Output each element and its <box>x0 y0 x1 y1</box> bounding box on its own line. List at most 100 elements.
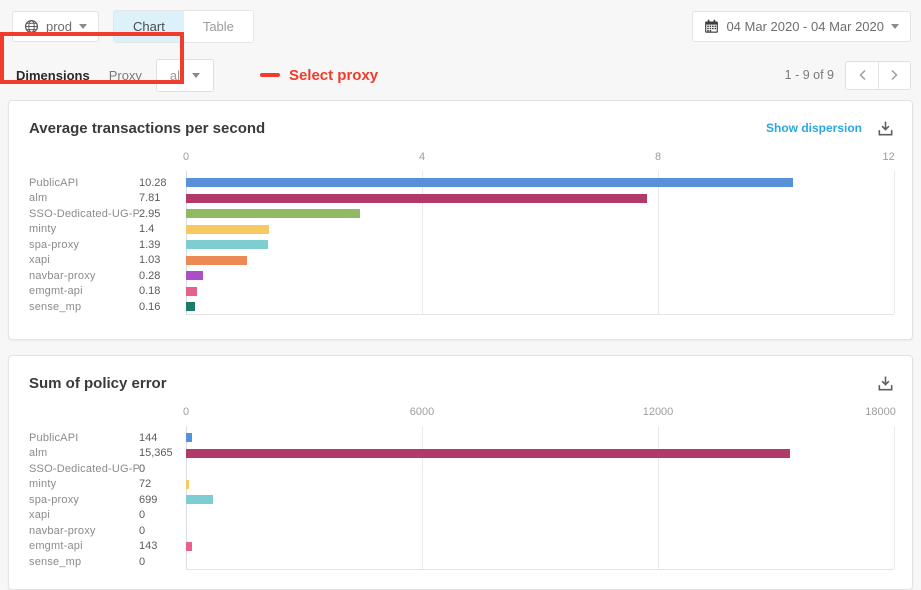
row-label: PublicAPI <box>29 432 139 444</box>
bar[interactable] <box>186 271 203 280</box>
show-dispersion-link[interactable]: Show dispersion <box>766 121 862 135</box>
bar[interactable] <box>186 225 269 234</box>
chart-title: Sum of policy error <box>29 375 167 392</box>
axis-tick-label: 8 <box>655 151 661 163</box>
row-value: 1.39 <box>139 239 186 251</box>
chart-row: sense_mp0.16 <box>29 299 894 315</box>
chart-card-header: Sum of policy error <box>9 356 912 394</box>
row-value: 0 <box>139 463 186 475</box>
date-range-picker[interactable]: 04 Mar 2020 - 04 Mar 2020 <box>692 11 911 42</box>
chevron-right-icon <box>890 69 899 81</box>
bar-track <box>186 557 894 566</box>
axis-tick-label: 18000 <box>865 406 896 418</box>
bar[interactable] <box>186 287 197 296</box>
chart-rows: PublicAPI10.28alm7.81SSO-Dedicated-UG-Pr… <box>29 175 894 315</box>
bar[interactable] <box>186 480 189 489</box>
chart-row: alm15,365 <box>29 446 894 462</box>
chart-row: minty72 <box>29 477 894 493</box>
environment-label: prod <box>46 19 72 34</box>
next-page-button[interactable] <box>878 62 910 89</box>
chart-row: emgmt-api143 <box>29 539 894 555</box>
row-label: xapi <box>29 254 139 266</box>
chart-card-policy-error: Sum of policy error 0 6000 12000 18000 Publ… <box>8 355 913 590</box>
chevron-down-icon <box>79 24 87 29</box>
bar[interactable] <box>186 542 192 551</box>
row-value: 15,365 <box>139 447 186 459</box>
bar[interactable] <box>186 256 247 265</box>
row-value: 0 <box>139 556 186 568</box>
row-label: spa-proxy <box>29 494 139 506</box>
chart-row: xapi0 <box>29 508 894 524</box>
row-label: sense_mp <box>29 556 139 568</box>
globe-icon <box>24 19 39 34</box>
toolbar: prod Chart Table <box>0 0 921 96</box>
chart-row: sense_mp0 <box>29 554 894 570</box>
row-value: 72 <box>139 478 186 490</box>
row-value: 143 <box>139 540 186 552</box>
bar-track <box>186 464 894 473</box>
download-icon <box>877 120 894 137</box>
chart-row: spa-proxy1.39 <box>29 237 894 253</box>
toolbar-row-dimensions: Dimensions Proxy all Select proxy 1 - 9 … <box>12 54 911 96</box>
row-value: 10.28 <box>139 177 186 189</box>
download-button[interactable] <box>877 375 894 392</box>
chart-plot-area: 0 6000 12000 18000 PublicAPI144alm15,365SSO… <box>9 400 912 570</box>
pagination-label: 1 - 9 of 9 <box>785 68 834 82</box>
row-label: SSO-Dedicated-UG-Pr... <box>29 208 139 220</box>
view-tab-group: Chart Table <box>113 10 254 43</box>
bar[interactable] <box>186 495 213 504</box>
axis-tick-label: 0 <box>183 406 189 418</box>
axis-tick-label: 0 <box>183 151 189 163</box>
row-value: 7.81 <box>139 192 186 204</box>
bar[interactable] <box>186 194 647 203</box>
bar[interactable] <box>186 178 793 187</box>
bar[interactable] <box>186 240 268 249</box>
bar-track <box>186 511 894 520</box>
proxy-select-value: all <box>170 68 183 83</box>
dimension-proxy-label: Proxy <box>109 68 142 83</box>
previous-page-button[interactable] <box>846 62 878 89</box>
row-label: spa-proxy <box>29 239 139 251</box>
dimensions-title: Dimensions <box>16 68 90 83</box>
proxy-select[interactable]: all <box>156 59 214 92</box>
row-value: 0 <box>139 509 186 521</box>
bar-track <box>186 287 894 296</box>
date-range-label: 04 Mar 2020 - 04 Mar 2020 <box>726 19 884 34</box>
axis-tick-label: 12000 <box>643 406 674 418</box>
tab-chart[interactable]: Chart <box>114 11 184 42</box>
gridline <box>894 426 895 569</box>
download-button[interactable] <box>877 120 894 137</box>
tab-table[interactable]: Table <box>184 11 253 42</box>
chart-title: Average transactions per second <box>29 120 265 137</box>
row-label: alm <box>29 192 139 204</box>
chart-rows: PublicAPI144alm15,365SSO-Dedicated-UG-Pr… <box>29 430 894 570</box>
row-label: minty <box>29 223 139 235</box>
annotation-dash <box>260 73 280 77</box>
bar[interactable] <box>186 449 790 458</box>
row-value: 1.03 <box>139 254 186 266</box>
chart-row: spa-proxy699 <box>29 492 894 508</box>
bar-track <box>186 480 894 489</box>
annotation-text: Select proxy <box>289 67 378 84</box>
bar-track <box>186 194 894 203</box>
bar-track <box>186 225 894 234</box>
axis-tick-label: 4 <box>419 151 425 163</box>
row-value: 2.95 <box>139 208 186 220</box>
row-label: xapi <box>29 509 139 521</box>
axis-tick-label: 6000 <box>410 406 434 418</box>
bar[interactable] <box>186 209 360 218</box>
axis-tick-label: 12 <box>882 151 894 163</box>
row-value: 0.16 <box>139 301 186 313</box>
environment-selector[interactable]: prod <box>12 11 99 42</box>
pagination: 1 - 9 of 9 <box>785 61 911 90</box>
chart-plot-area: 04812 PublicAPI10.28alm7.81SSO-Dedicated… <box>9 145 912 315</box>
bar-track <box>186 240 894 249</box>
chart-actions: Show dispersion <box>766 120 894 137</box>
chart-row: navbar-proxy0 <box>29 523 894 539</box>
chart-card-header: Average transactions per second Show dis… <box>9 101 912 139</box>
chart-row: PublicAPI10.28 <box>29 175 894 191</box>
chart-row: SSO-Dedicated-UG-Pr...2.95 <box>29 206 894 222</box>
row-value: 0 <box>139 525 186 537</box>
bar[interactable] <box>186 433 192 442</box>
bar[interactable] <box>186 302 195 311</box>
